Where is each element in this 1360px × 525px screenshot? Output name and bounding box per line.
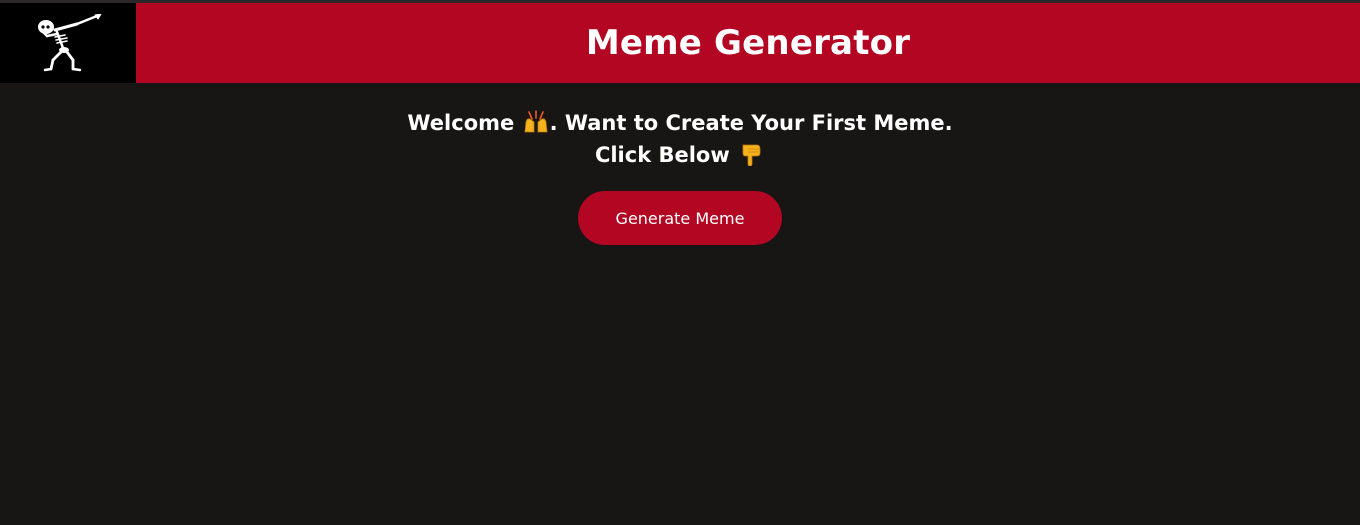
welcome-line: Welcome . Want to Create Your First Meme… [0, 107, 1360, 139]
pointing-down-icon [742, 144, 761, 166]
page-title: Meme Generator [585, 23, 911, 63]
raising-hands-icon [524, 110, 548, 133]
click-line: Click Below [0, 139, 1360, 171]
welcome-text-start: Welcome [407, 111, 522, 135]
dabbing-skeleton-icon [38, 14, 102, 72]
logo[interactable] [0, 3, 136, 83]
click-below-text: Click Below [594, 143, 738, 167]
app-header: Meme Generator [0, 3, 1360, 83]
title-bar: Meme Generator [136, 3, 1360, 83]
welcome-text-end: . Want to Create Your First Meme. [549, 111, 953, 135]
welcome-message: Welcome . Want to Create Your First Meme… [0, 107, 1360, 171]
generate-meme-button[interactable]: Generate Meme [578, 191, 782, 245]
main-content: Welcome . Want to Create Your First Meme… [0, 83, 1360, 245]
